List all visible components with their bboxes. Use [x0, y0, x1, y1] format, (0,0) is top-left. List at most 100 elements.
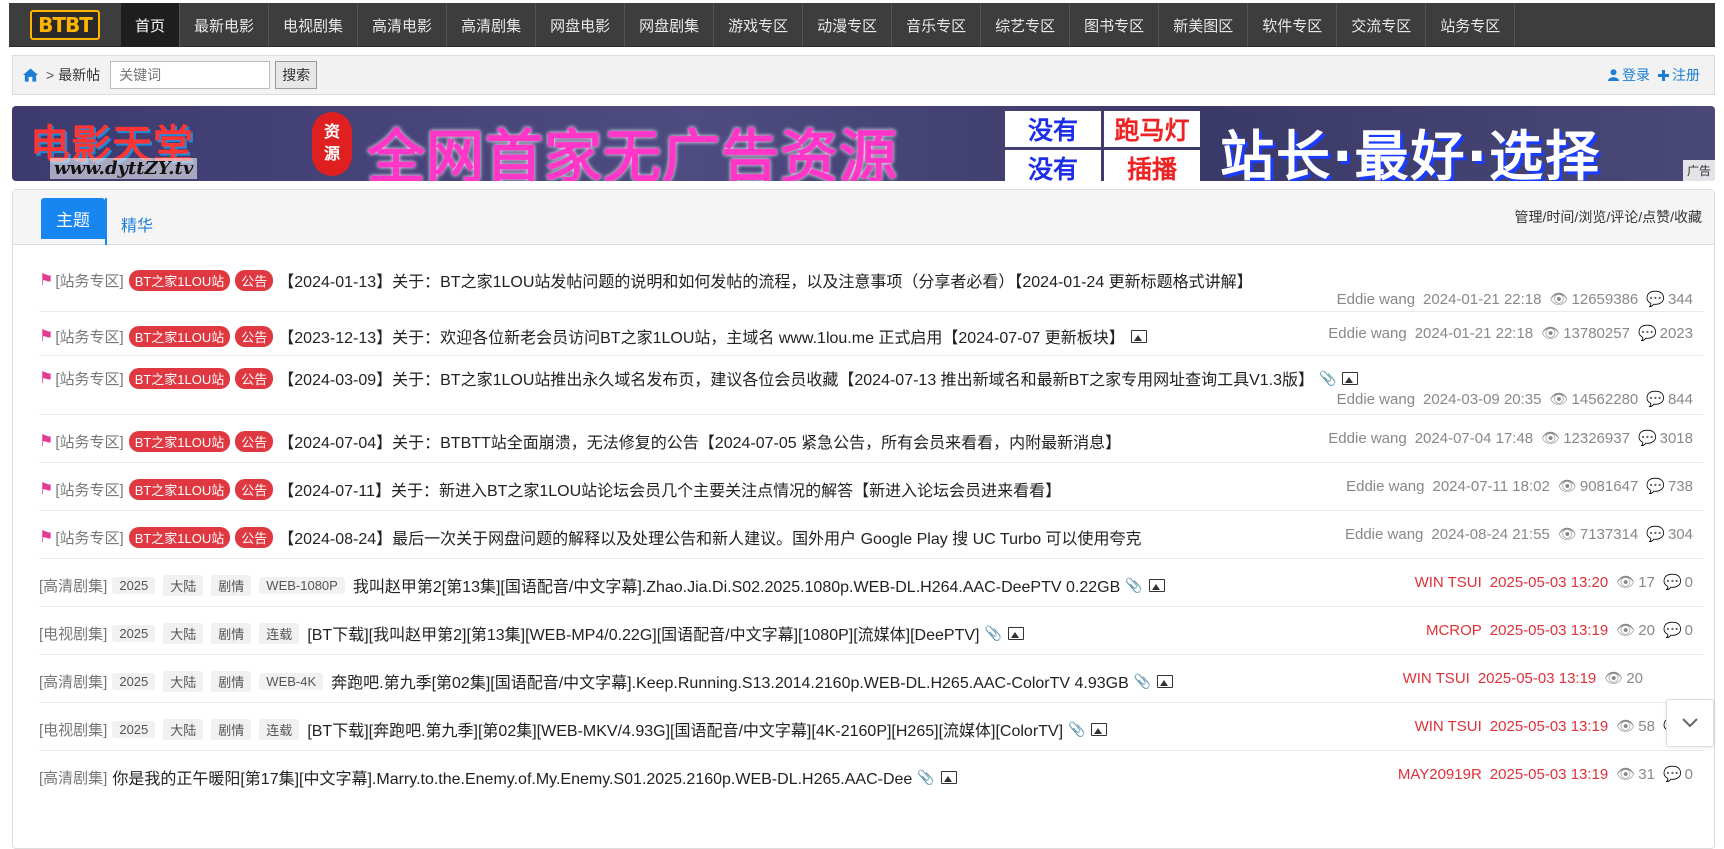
thread-tag[interactable]: 公告 [235, 478, 274, 500]
thread-author[interactable]: WIN TSUI [1403, 670, 1470, 687]
thread-row[interactable]: ⚑ [站务专区] BT之家1LOU站 公告 【2024-08-24】最后一次关于… [39, 511, 1703, 559]
scroll-down-button[interactable] [1666, 699, 1714, 747]
thread-title[interactable]: 你是我的正午暖阳[第17集][中文字幕].Marry.to.the.Enemy.… [112, 765, 912, 789]
thread-tag[interactable]: BT之家1LOU站 [128, 526, 231, 548]
thread-title[interactable]: 【2024-07-11】关于：新进入BT之家1LOU站论坛会员几个主要关注点情况… [278, 477, 1061, 501]
thread-forum[interactable]: [站务专区] [55, 326, 123, 347]
thread-author[interactable]: MCROP [1426, 622, 1482, 639]
thread-time: 2024-03-09 20:35 [1423, 390, 1542, 408]
thread-title[interactable]: 【2024-01-13】关于：BT之家1LOU站发帖问题的说明和如何发帖的流程，… [278, 268, 1252, 292]
thread-tag[interactable]: 2025 [112, 672, 156, 690]
thread-row[interactable]: [电视剧集] 2025 大陆 剧情 连载 [BT下载][奔跑吧.第九季][第02… [39, 703, 1703, 751]
thread-tag[interactable]: 连载 [259, 718, 300, 740]
thread-author[interactable]: MAY20919R [1398, 766, 1482, 783]
thread-author[interactable]: WIN TSUI [1415, 718, 1482, 735]
thread-tag[interactable]: 2025 [112, 624, 156, 642]
thread-author[interactable]: Eddie wang [1345, 526, 1423, 543]
thread-forum[interactable]: [高清剧集] [39, 575, 107, 596]
thread-forum[interactable]: [站务专区] [55, 431, 123, 452]
register-link[interactable]: 注册 [1658, 65, 1700, 85]
thread-title[interactable]: 【2023-12-13】关于：欢迎各位新老会员访问BT之家1LOU站，主域名 w… [278, 324, 1124, 348]
thread-tag[interactable]: 剧情 [211, 574, 252, 596]
thread-row[interactable]: ⚑ [站务专区] BT之家1LOU站 公告 【2024-07-11】关于：新进入… [39, 463, 1703, 511]
thread-tag[interactable]: BT之家1LOU站 [128, 325, 231, 347]
tab-featured[interactable]: 精华 [121, 212, 153, 236]
thread-title[interactable]: 【2024-08-24】最后一次关于网盘问题的解释以及处理公告和新人建议。国外用… [278, 525, 1141, 549]
nav-item-latest-movies[interactable]: 最新电影 [180, 3, 270, 47]
thread-tag[interactable]: WEB-4K [259, 672, 324, 690]
thread-tag[interactable]: 剧情 [211, 622, 252, 644]
thread-row[interactable]: [高清剧集] 你是我的正午暖阳[第17集][中文字幕].Marry.to.the… [39, 751, 1703, 799]
nav-item-cloud-movies[interactable]: 网盘电影 [536, 3, 626, 47]
thread-title[interactable]: [BT下载][我叫赵甲第2][第13集][WEB-MP4/0.22G][国语配音… [307, 621, 979, 645]
thread-forum[interactable]: [站务专区] [55, 270, 123, 291]
nav-item-music[interactable]: 音乐专区 [892, 3, 982, 47]
nav-item-games[interactable]: 游戏专区 [714, 3, 804, 47]
login-link[interactable]: 登录 [1608, 65, 1650, 85]
thread-forum[interactable]: [电视剧集] [39, 719, 107, 740]
thread-forum[interactable]: [高清剧集] [39, 671, 107, 692]
thread-row[interactable]: ⚑ [站务专区] BT之家1LOU站 公告 【2024-07-04】关于：BTB… [39, 415, 1703, 463]
thread-author[interactable]: Eddie wang [1328, 325, 1406, 342]
nav-item-site-affairs[interactable]: 站务专区 [1426, 3, 1516, 47]
thread-row[interactable]: ⚑ [站务专区] BT之家1LOU站 公告 【2023-12-13】关于：欢迎各… [39, 312, 1703, 356]
site-logo[interactable]: BTBT [9, 3, 121, 46]
tab-topics[interactable]: 主题 [41, 198, 105, 239]
thread-row[interactable]: [高清剧集] 2025 大陆 剧情 WEB-1080P 我叫赵甲第2[第13集]… [39, 559, 1703, 607]
thread-tag[interactable]: 2025 [112, 576, 156, 594]
search-button[interactable]: 搜索 [275, 61, 318, 89]
thread-tag[interactable]: 连载 [259, 622, 300, 644]
nav-item-cloud-series[interactable]: 网盘剧集 [625, 3, 715, 47]
nav-item-variety[interactable]: 综艺专区 [981, 3, 1071, 47]
nav-item-images[interactable]: 新美图区 [1159, 3, 1249, 47]
thread-author[interactable]: WIN TSUI [1415, 574, 1482, 591]
thread-tag[interactable]: WEB-1080P [259, 576, 345, 594]
thread-author[interactable]: Eddie wang [1337, 391, 1415, 408]
thread-tag[interactable]: 剧情 [211, 718, 252, 740]
thread-tag[interactable]: 大陆 [163, 622, 204, 644]
thread-tag[interactable]: 大陆 [163, 718, 204, 740]
nav-item-community[interactable]: 交流专区 [1337, 3, 1427, 47]
thread-tag[interactable]: 大陆 [163, 670, 204, 692]
nav-item-tv-series[interactable]: 电视剧集 [269, 3, 359, 47]
nav-item-anime[interactable]: 动漫专区 [803, 3, 893, 47]
thread-tag[interactable]: 公告 [235, 325, 274, 347]
thread-forum[interactable]: [站务专区] [55, 368, 123, 389]
thread-tag[interactable]: BT之家1LOU站 [128, 430, 231, 452]
thread-author[interactable]: Eddie wang [1337, 291, 1415, 308]
thread-tag[interactable]: BT之家1LOU站 [128, 269, 231, 291]
search-input[interactable] [110, 61, 271, 89]
thread-title[interactable]: 【2024-07-04】关于：BTBTT站全面崩溃，无法修复的公告【2024-0… [278, 429, 1121, 453]
thread-tag[interactable]: 2025 [112, 720, 156, 738]
thread-tag[interactable]: 大陆 [163, 574, 204, 596]
thread-author[interactable]: Eddie wang [1328, 430, 1406, 447]
thread-row[interactable]: ⚑ [站务专区] BT之家1LOU站 公告 【2024-03-09】关于：BT之… [39, 356, 1703, 415]
thread-title[interactable]: 我叫赵甲第2[第13集][国语配音/中文字幕].Zhao.Jia.Di.S02.… [353, 573, 1120, 597]
thread-tag[interactable]: BT之家1LOU站 [128, 367, 231, 389]
thread-tag[interactable]: BT之家1LOU站 [128, 478, 231, 500]
nav-item-books[interactable]: 图书专区 [1070, 3, 1160, 47]
thread-author[interactable]: Eddie wang [1346, 478, 1424, 495]
thread-tag[interactable]: 公告 [235, 367, 274, 389]
thread-tag[interactable]: 公告 [235, 430, 274, 452]
thread-tag[interactable]: 剧情 [211, 670, 252, 692]
nav-item-hd-series[interactable]: 高清剧集 [447, 3, 537, 47]
thread-forum[interactable]: [站务专区] [55, 479, 123, 500]
thread-forum[interactable]: [高清剧集] [39, 767, 107, 788]
thread-row[interactable]: ⚑ [站务专区] BT之家1LOU站 公告 【2024-01-13】关于：BT之… [39, 260, 1703, 312]
sort-links[interactable]: 管理/时间/浏览/评论/点赞/收藏 [1515, 207, 1702, 227]
thread-title[interactable]: 奔跑吧.第九季[第02集][国语配音/中文字幕].Keep.Running.S1… [331, 669, 1129, 693]
nav-item-home[interactable]: 首页 [121, 3, 181, 47]
thread-forum[interactable]: [电视剧集] [39, 623, 107, 644]
home-icon[interactable] [23, 68, 38, 82]
banner-ad[interactable]: 电影天堂 www.dyttZY.tv 资 源 全网首家无广告资源 没有 跑马灯 … [12, 106, 1715, 181]
nav-item-software[interactable]: 软件专区 [1248, 3, 1338, 47]
thread-tag[interactable]: 公告 [235, 269, 274, 291]
thread-tag[interactable]: 公告 [235, 526, 274, 548]
thread-forum[interactable]: [站务专区] [55, 527, 123, 548]
thread-title[interactable]: [BT下载][奔跑吧.第九季][第02集][WEB-MKV/4.93G][国语配… [307, 717, 1063, 741]
thread-row[interactable]: [高清剧集] 2025 大陆 剧情 WEB-4K 奔跑吧.第九季[第02集][国… [39, 655, 1703, 703]
thread-title[interactable]: 【2024-03-09】关于：BT之家1LOU站推出永久域名发布页，建议各位会员… [278, 366, 1314, 390]
thread-row[interactable]: [电视剧集] 2025 大陆 剧情 连载 [BT下载][我叫赵甲第2][第13集… [39, 607, 1703, 655]
nav-item-hd-movies[interactable]: 高清电影 [358, 3, 448, 47]
